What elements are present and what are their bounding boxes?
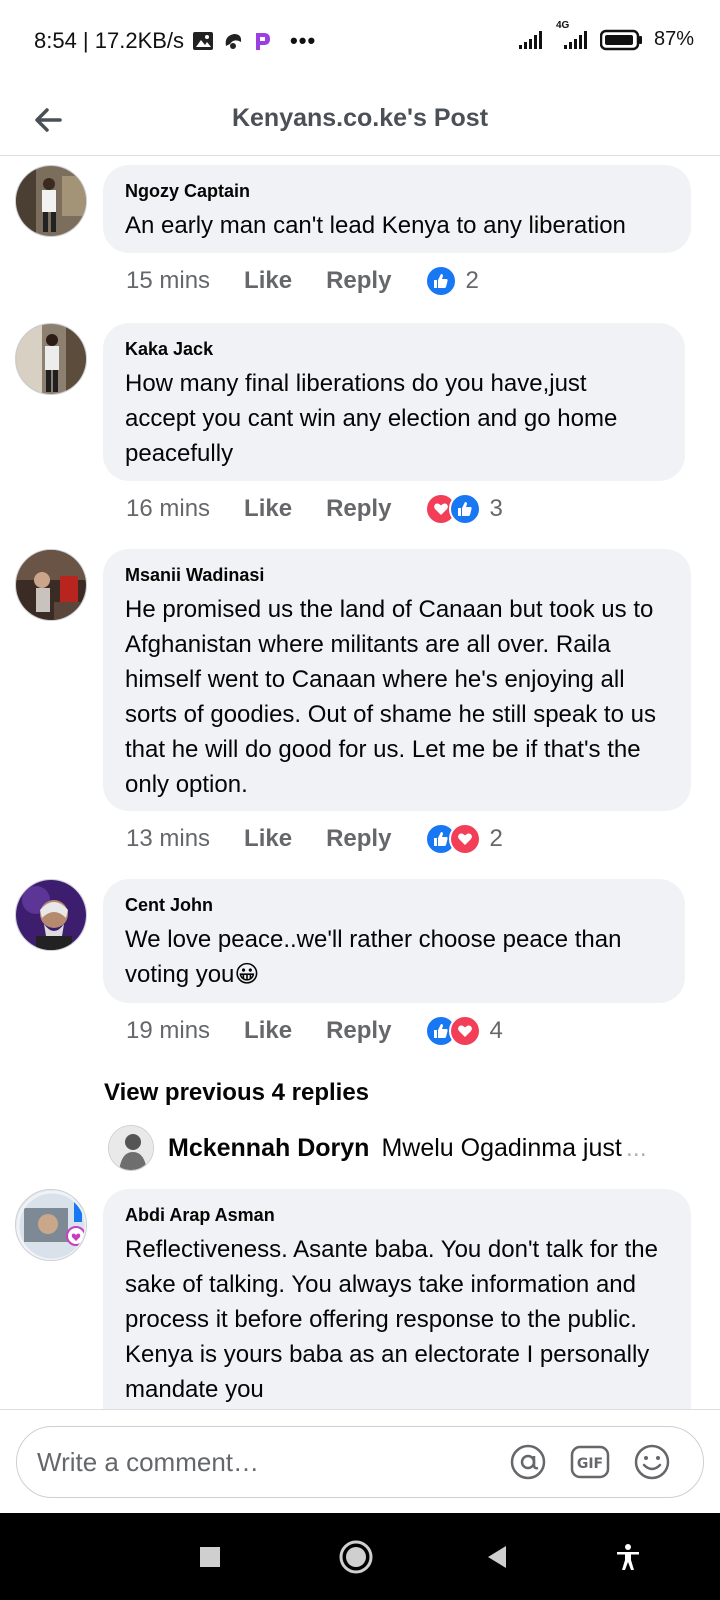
comment-text: How many final liberations do you have,j…	[125, 370, 618, 467]
comment-text: An early man can't lead Kenya to any lib…	[125, 212, 626, 239]
smiley-icon	[634, 1444, 670, 1480]
commenter-name[interactable]: Ngozy Captain	[125, 181, 669, 202]
comment-composer: Write a comment… GIF	[0, 1409, 720, 1513]
view-previous-replies-link[interactable]: View previous 4 replies	[104, 1079, 369, 1107]
commenter-name[interactable]: Abdi Arap Asman	[125, 1205, 669, 1226]
comments-feed[interactable]: Ngozy Captain An early man can't lead Ke…	[0, 157, 720, 1409]
commenter-name[interactable]: Cent John	[125, 895, 663, 916]
reply-author-name[interactable]: Mckennah Doryn	[168, 1134, 369, 1163]
back-nav-button[interactable]	[476, 1535, 520, 1579]
commenter-name[interactable]: Kaka Jack	[125, 339, 663, 360]
like-button[interactable]: Like	[244, 267, 292, 295]
signal-icon	[518, 30, 546, 50]
mention-button[interactable]	[507, 1441, 549, 1483]
comment-input[interactable]: Write a comment… GIF	[16, 1426, 704, 1498]
reply-button[interactable]: Reply	[326, 495, 391, 523]
like-reaction-icon	[425, 265, 458, 297]
comment-time[interactable]: 19 mins	[126, 1017, 210, 1045]
gif-button[interactable]: GIF	[569, 1441, 611, 1483]
comment-placeholder: Write a comment…	[37, 1447, 260, 1477]
status-time-speed: 8:54 | 17.2KB/s	[34, 28, 185, 53]
avatar[interactable]	[15, 165, 87, 237]
comment-bubble[interactable]: Abdi Arap Asman Reflectiveness. Asante b…	[103, 1189, 691, 1409]
comment-bubble[interactable]: Kaka Jack How many final liberations do …	[103, 323, 685, 481]
avatar[interactable]	[15, 879, 87, 951]
reply-preview[interactable]: Mckennah Doryn Mwelu Ogadinma just ...	[108, 1123, 668, 1173]
love-reaction-icon	[449, 823, 482, 855]
status-bar: 8:54 | 17.2KB/s ••• 4G 87%	[0, 0, 720, 84]
comment-text: We love peace..we'll rather choose peace…	[125, 926, 622, 988]
reply-ellipsis: ...	[625, 1133, 647, 1162]
p-app-icon	[252, 30, 272, 52]
recents-button[interactable]	[188, 1535, 232, 1579]
reply-button[interactable]: Reply	[326, 1017, 391, 1045]
reactions[interactable]: 2	[425, 823, 503, 855]
reply-text: Mwelu Ogadinma just	[381, 1133, 622, 1162]
svg-text:GIF: GIF	[577, 1456, 603, 1472]
like-button[interactable]: Like	[244, 495, 292, 523]
comment-bubble[interactable]: Ngozy Captain An early man can't lead Ke…	[103, 165, 691, 253]
system-nav-bar	[0, 1513, 720, 1600]
reaction-count: 2	[465, 267, 479, 294]
comment-actions: 16 mins Like Reply 3	[126, 493, 503, 525]
whirl-app-icon	[222, 30, 244, 52]
comment-bubble[interactable]: Cent John We love peace..we'll rather ch…	[103, 879, 685, 1003]
triangle-back-icon	[488, 1546, 506, 1568]
avatar[interactable]	[15, 323, 87, 395]
battery-icon	[599, 29, 644, 51]
status-left: 8:54 | 17.2KB/s •••	[34, 28, 316, 54]
reply-button[interactable]: Reply	[326, 267, 391, 295]
avatar[interactable]	[15, 1189, 87, 1261]
comment-actions: 19 mins Like Reply 4	[126, 1015, 503, 1047]
reply-avatar[interactable]	[108, 1125, 154, 1171]
like-button[interactable]: Like	[244, 1017, 292, 1045]
comment-time[interactable]: 15 mins	[126, 267, 210, 295]
comment-actions: 15 mins Like Reply 2	[126, 265, 479, 297]
comment-bubble[interactable]: Msanii Wadinasi He promised us the land …	[103, 549, 691, 811]
home-button[interactable]	[334, 1535, 378, 1579]
reaction-count: 2	[489, 825, 503, 852]
reply-button[interactable]: Reply	[326, 825, 391, 853]
reaction-count: 3	[489, 495, 503, 522]
comment-text: He promised us the land of Canaan but to…	[125, 596, 656, 798]
emoji-button[interactable]	[631, 1441, 673, 1483]
comment-time[interactable]: 16 mins	[126, 495, 210, 523]
comment-actions: 13 mins Like Reply 2	[126, 823, 503, 855]
accessibility-button[interactable]	[606, 1535, 650, 1579]
square-icon	[200, 1547, 220, 1567]
signal-4g-icon: 4G	[556, 20, 590, 50]
reactions[interactable]: 2	[425, 265, 479, 297]
network-type-label: 4G	[555, 19, 570, 31]
battery-percent: 87%	[653, 28, 694, 50]
reaction-count: 4	[489, 1017, 503, 1044]
like-button[interactable]: Like	[244, 825, 292, 853]
status-right: 4G 87%	[518, 20, 694, 51]
home-circle-icon	[339, 1540, 373, 1574]
commenter-name[interactable]: Msanii Wadinasi	[125, 565, 669, 586]
reactions[interactable]: 3	[425, 493, 503, 525]
like-reaction-icon	[449, 493, 482, 525]
page-title: Kenyans.co.ke's Post	[231, 104, 489, 132]
reactions[interactable]: 4	[425, 1015, 503, 1047]
love-reaction-icon	[449, 1015, 482, 1047]
at-icon	[510, 1444, 546, 1480]
avatar[interactable]	[15, 549, 87, 621]
gif-icon: GIF	[570, 1445, 610, 1479]
comment-time[interactable]: 13 mins	[126, 825, 210, 853]
image-notification-icon	[192, 31, 214, 51]
more-notifications: •••	[290, 28, 317, 53]
post-header: Kenyans.co.ke's Post	[0, 84, 720, 156]
comment-text: Reflectiveness. Asante baba. You don't t…	[125, 1236, 658, 1403]
accessibility-icon	[617, 1544, 639, 1570]
